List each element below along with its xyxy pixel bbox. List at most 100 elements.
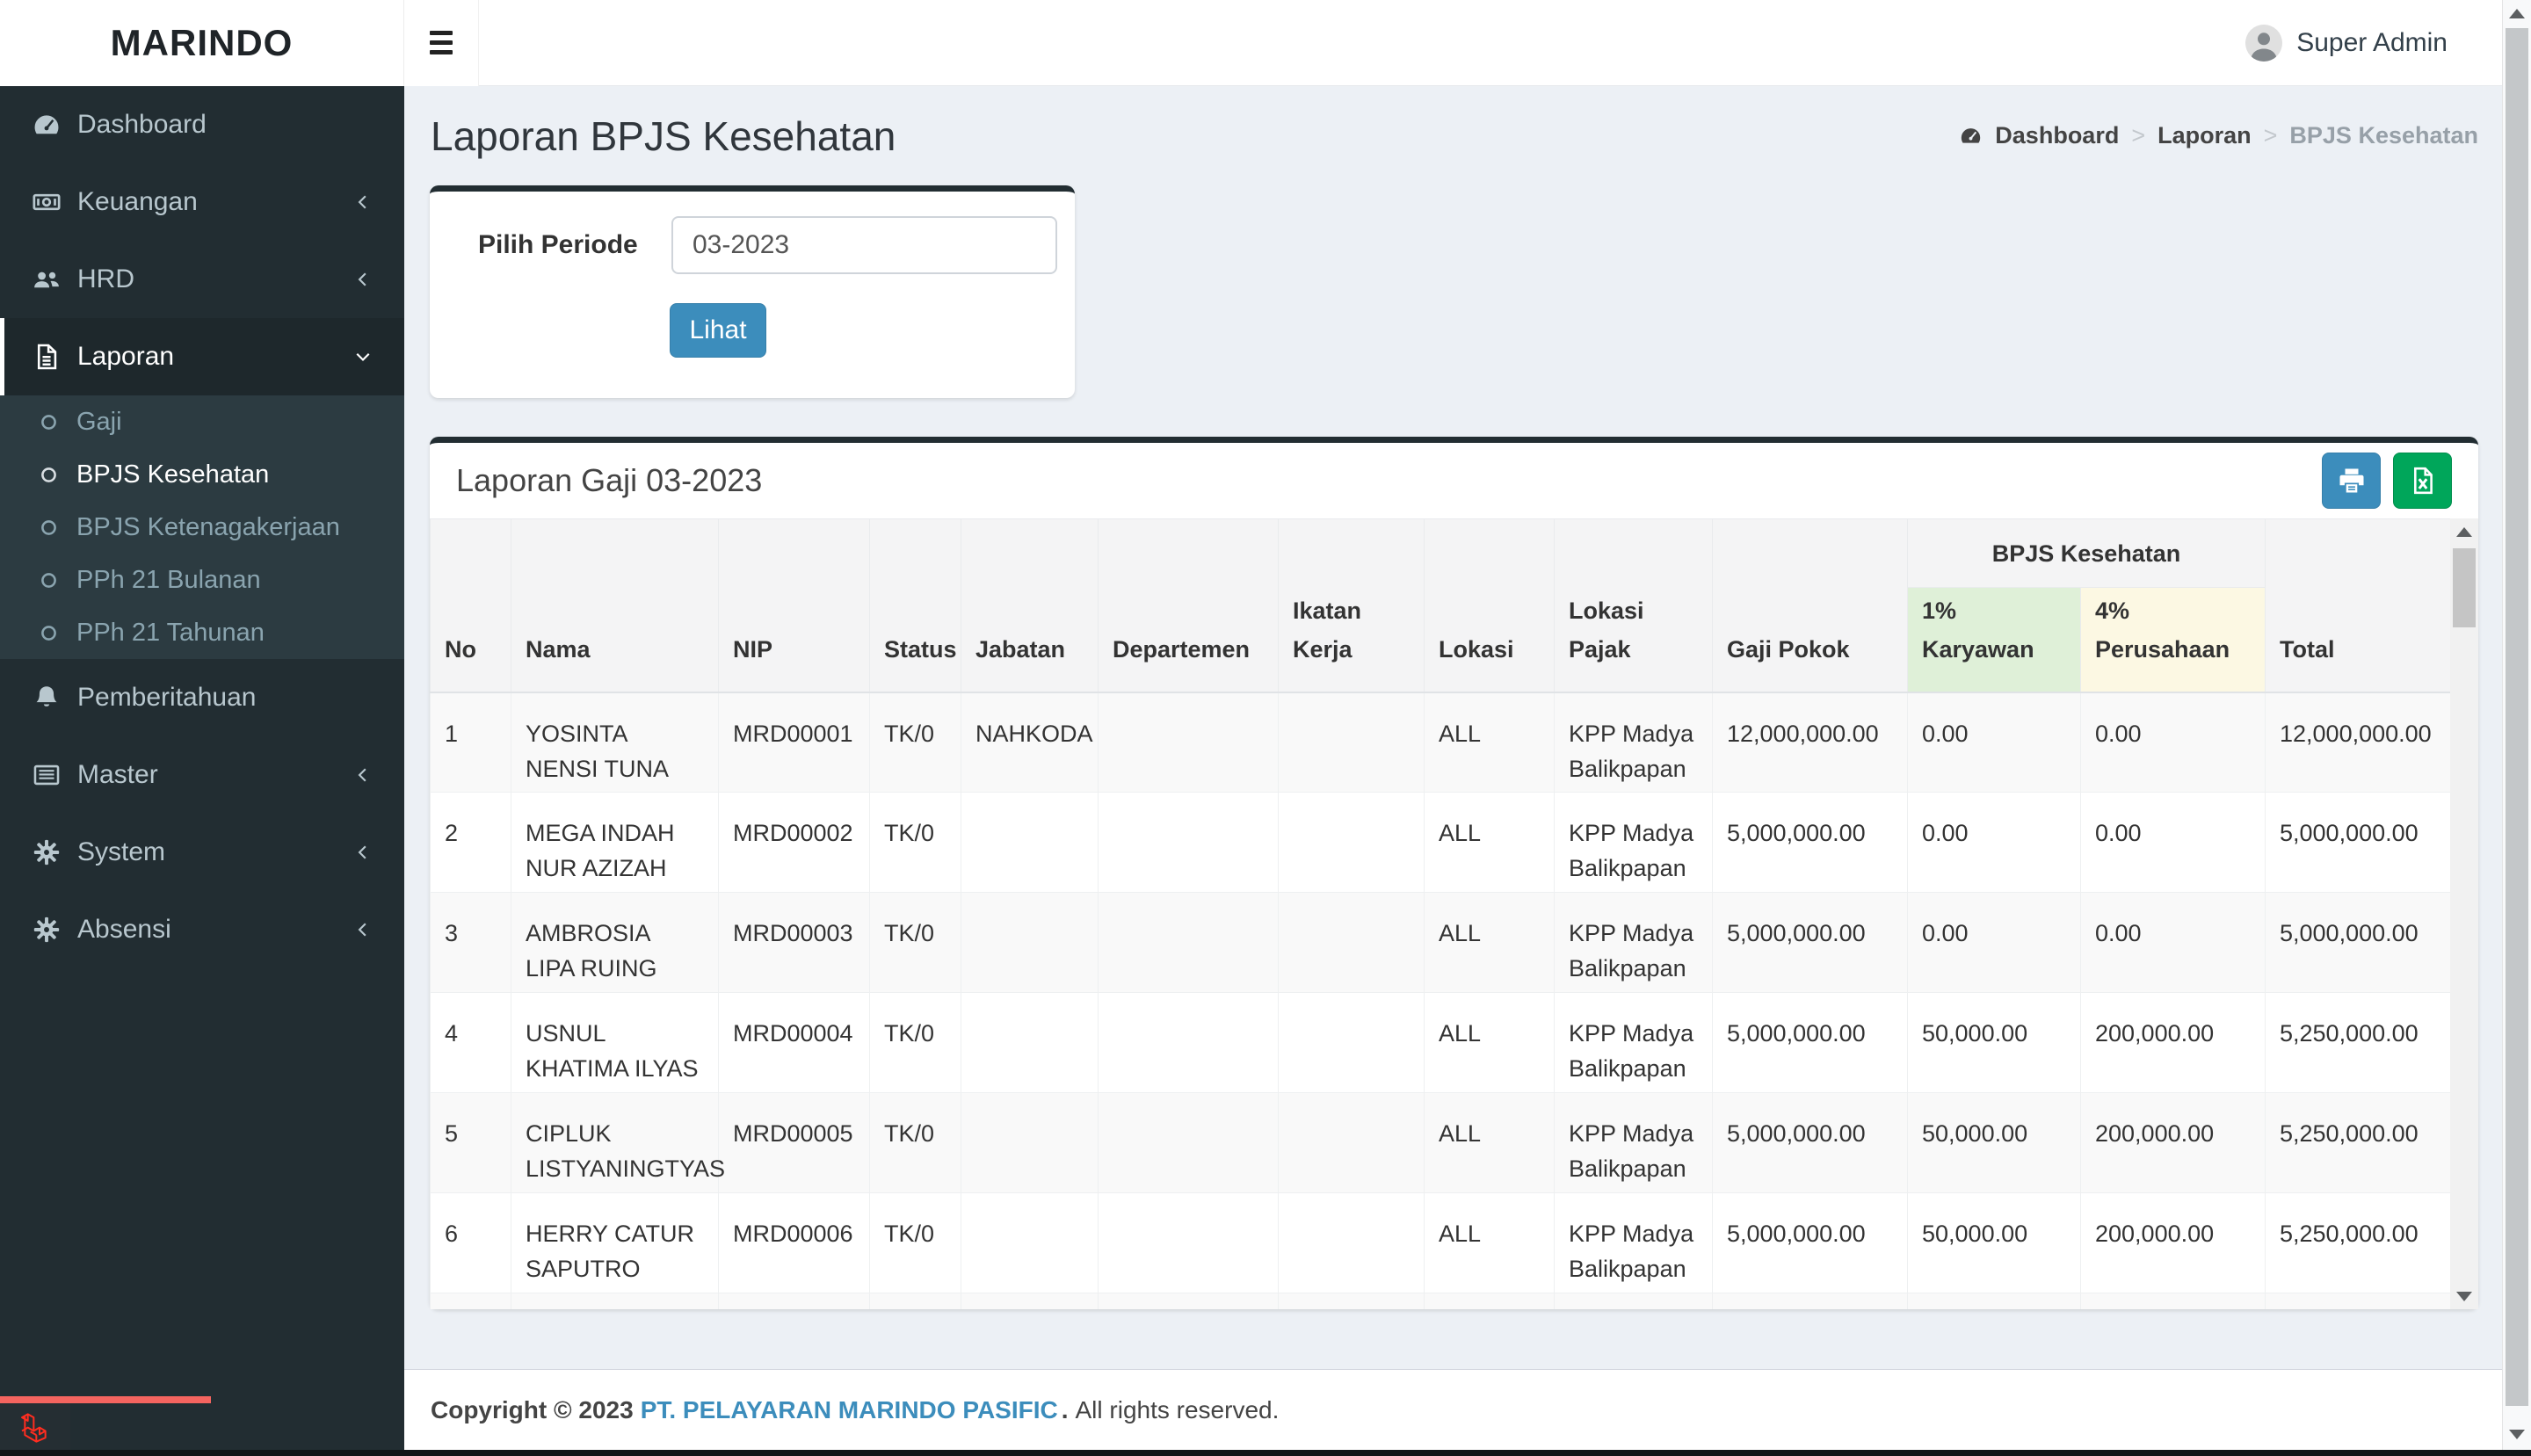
browser-vertical-scrollbar[interactable] bbox=[2502, 0, 2531, 1450]
table-cell: 50,000.00 bbox=[1907, 1092, 2081, 1193]
chevron-down-icon bbox=[352, 345, 374, 368]
table-cell: 0.00 bbox=[1907, 692, 2081, 793]
report-table-head: No Nama NIP Status Jabatan Departemen Ik… bbox=[430, 518, 2450, 693]
printer-icon bbox=[2336, 465, 2368, 496]
breadcrumb-laporan[interactable]: Laporan bbox=[2158, 122, 2252, 149]
table-cell: KPP Madya Balikpapan bbox=[1554, 1192, 1713, 1293]
sidebar-item-gaji[interactable]: Gaji bbox=[0, 395, 404, 448]
column-header: Status bbox=[869, 518, 961, 693]
avatar bbox=[2245, 24, 2283, 62]
sidebar-item-label: Keuangan bbox=[77, 187, 198, 216]
table-cell: KPP Madya Balikpapan bbox=[1554, 892, 1713, 993]
period-input[interactable] bbox=[671, 216, 1057, 274]
table-cell: TK/0 bbox=[869, 1092, 961, 1193]
table-cell: 5,000,000.00 bbox=[2265, 792, 2450, 893]
table-cell: 0.00 bbox=[2080, 792, 2266, 893]
list-icon bbox=[32, 760, 62, 790]
circle-icon bbox=[39, 570, 59, 590]
table-cell bbox=[1278, 692, 1425, 793]
sidebar-item-label: Dashboard bbox=[77, 110, 207, 139]
brand-logo[interactable]: MARINDO bbox=[0, 0, 404, 86]
table-cell: MRD00006 bbox=[718, 1192, 870, 1293]
table-cell bbox=[1098, 692, 1279, 793]
page-title: Laporan BPJS Kesehatan bbox=[431, 112, 896, 159]
gear-icon bbox=[32, 915, 62, 945]
table-row-partial bbox=[430, 1293, 2450, 1309]
scroll-up-arrow[interactable] bbox=[2456, 527, 2472, 537]
sidebar-item-label: Absensi bbox=[77, 915, 171, 944]
sidebar-item-pemberitahuan[interactable]: Pemberitahuan bbox=[0, 659, 404, 736]
table-cell: CIPLUK LISTYANINGTYAS bbox=[511, 1092, 725, 1193]
table-row: 6 HERRY CATUR SAPUTRO MRD00006 TK/0 ALL KPP M… bbox=[430, 1192, 2450, 1293]
tachometer-icon bbox=[32, 110, 62, 140]
table-cell: KPP Madya Balikpapan bbox=[1554, 992, 1713, 1093]
table-cell: 200,000.00 bbox=[2080, 1092, 2266, 1193]
table-cell: ALL bbox=[1424, 992, 1555, 1093]
sidebar-item-master[interactable]: Master bbox=[0, 736, 404, 814]
rights-text: All rights reserved. bbox=[1075, 1395, 1280, 1423]
circle-icon bbox=[39, 518, 59, 538]
table-cell: 0.00 bbox=[2080, 892, 2266, 993]
table-cell: MRD00004 bbox=[718, 992, 870, 1093]
report-table-wrapper: No Nama NIP Status Jabatan Departemen Ik… bbox=[430, 518, 2450, 1309]
debugbar-collapsed-bar[interactable] bbox=[0, 1450, 2531, 1456]
table-cell: 4 bbox=[430, 992, 511, 1093]
laravel-debugbar-toggle[interactable] bbox=[0, 1403, 70, 1450]
table-cell: YOSINTA NENSI TUNA bbox=[511, 692, 719, 793]
table-cell: 200,000.00 bbox=[2080, 992, 2266, 1093]
sidebar-item-bpjs-ketenagakerjaan[interactable]: BPJS Ketenagakerjaan bbox=[0, 501, 404, 554]
sidebar-item-hrd[interactable]: HRD bbox=[0, 241, 404, 318]
column-header: Ikatan Kerja bbox=[1278, 518, 1425, 693]
excel-button[interactable] bbox=[2393, 453, 2452, 509]
table-cell: 5 bbox=[430, 1092, 511, 1193]
sidebar-item-label: HRD bbox=[77, 264, 134, 293]
table-cell: TK/0 bbox=[869, 692, 961, 793]
circle-icon bbox=[39, 623, 59, 643]
user-name: Super Admin bbox=[2296, 27, 2448, 57]
table-cell bbox=[961, 892, 1099, 993]
sidebar-item-bpjs-kesehatan[interactable]: BPJS Kesehatan bbox=[0, 448, 404, 501]
content-header: Laporan BPJS Kesehatan Dashboard > Lapor… bbox=[404, 86, 2531, 185]
breadcrumb-separator: > bbox=[2131, 122, 2146, 148]
scroll-down-arrow[interactable] bbox=[2509, 1430, 2525, 1439]
column-header: Gaji Pokok bbox=[1712, 518, 1908, 693]
table-row: 2 MEGA INDAH NUR AZIZAH MRD00002 TK/0 ALL KPP… bbox=[430, 792, 2450, 893]
table-vertical-scrollbar[interactable] bbox=[2450, 518, 2478, 1309]
print-button[interactable] bbox=[2322, 453, 2381, 509]
table-cell: 2 bbox=[430, 792, 511, 893]
table-cell: 0.00 bbox=[1907, 792, 2081, 893]
table-cell: 12,000,000.00 bbox=[1712, 692, 1908, 793]
copyright-dot: . bbox=[1061, 1395, 1069, 1423]
table-cell: MRD00002 bbox=[718, 792, 870, 893]
sidebar-item-absensi[interactable]: Absensi bbox=[0, 891, 404, 968]
table-row: 5 CIPLUK LISTYANINGTYAS MRD00005 TK/0 ALL KPP… bbox=[430, 1092, 2450, 1193]
column-header: Departemen bbox=[1098, 518, 1279, 693]
sidebar-item-pph21-bulanan[interactable]: PPh 21 Bulanan bbox=[0, 554, 404, 606]
sidebar-subitem-label: BPJS Kesehatan bbox=[76, 460, 270, 489]
money-icon bbox=[32, 187, 62, 217]
sidebar-item-laporan[interactable]: Laporan bbox=[0, 318, 404, 395]
top-navbar: Super Admin bbox=[404, 0, 2531, 86]
table-cell: MRD00005 bbox=[718, 1092, 870, 1193]
user-menu[interactable]: Super Admin bbox=[2245, 24, 2448, 62]
table-cell: 5,000,000.00 bbox=[1712, 892, 1908, 993]
table-cell: 5,000,000.00 bbox=[1712, 1092, 1908, 1193]
sidebar-item-keuangan[interactable]: Keuangan bbox=[0, 163, 404, 241]
table-row: 3 AMBROSIA LIPA RUING MRD00003 TK/0 ALL KPP M… bbox=[430, 892, 2450, 993]
sidebar-item-dashboard[interactable]: Dashboard bbox=[0, 86, 404, 163]
scroll-down-arrow[interactable] bbox=[2456, 1292, 2472, 1301]
scrollbar-thumb[interactable] bbox=[2453, 548, 2476, 627]
sidebar-item-pph21-tahunan[interactable]: PPh 21 Tahunan bbox=[0, 606, 404, 659]
table-cell bbox=[1098, 1192, 1279, 1293]
chevron-left-icon bbox=[352, 191, 374, 214]
company-link[interactable]: PT. PELAYARAN MARINDO PASIFIC bbox=[641, 1396, 1058, 1424]
scrollbar-thumb[interactable] bbox=[2506, 28, 2528, 1406]
sidebar-item-system[interactable]: System bbox=[0, 814, 404, 891]
hamburger-icon[interactable] bbox=[404, 0, 479, 86]
breadcrumb-dashboard[interactable]: Dashboard bbox=[1995, 122, 2119, 149]
breadcrumb: Dashboard > Laporan > BPJS Kesehatan bbox=[1959, 122, 2478, 149]
sidebar-subitem-label: BPJS Ketenagakerjaan bbox=[76, 512, 340, 541]
scroll-up-arrow[interactable] bbox=[2509, 9, 2525, 18]
lihat-button[interactable]: Lihat bbox=[670, 303, 766, 358]
table-cell: ALL bbox=[1424, 792, 1555, 893]
